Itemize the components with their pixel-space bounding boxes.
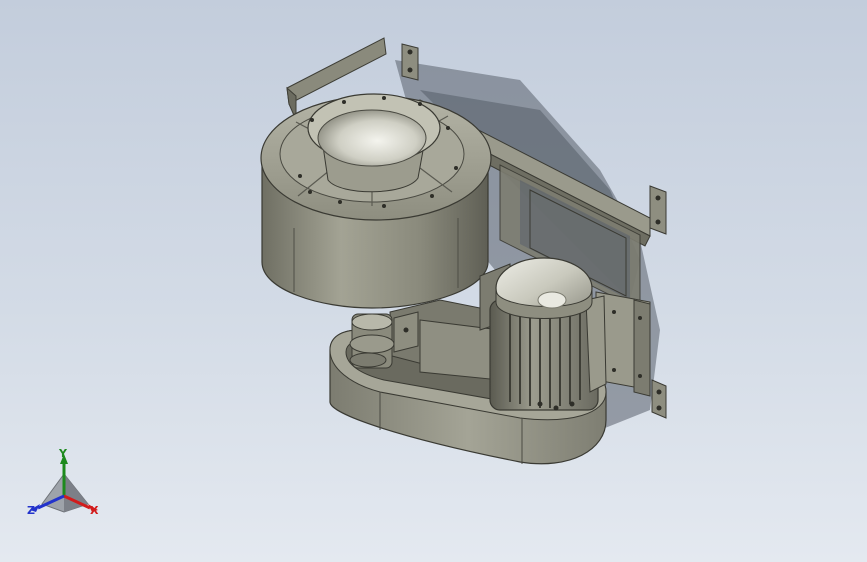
shaft-bearing — [349, 299, 501, 381]
right-bracket-top — [649, 185, 667, 235]
y-axis-label: Y — [59, 447, 67, 460]
right-bracket-bottom — [651, 379, 667, 419]
fan-assembly-model[interactable] — [0, 0, 867, 562]
upper-bracket — [401, 43, 419, 81]
graphics-viewport[interactable]: Y X Z — [0, 0, 867, 562]
coordinate-triad: Y X Z — [22, 446, 112, 526]
electric-motor — [479, 257, 607, 411]
z-axis-label: Z — [27, 504, 35, 517]
fan-housing — [260, 93, 492, 309]
x-axis-label: X — [90, 504, 99, 517]
triad-icon — [30, 454, 98, 513]
